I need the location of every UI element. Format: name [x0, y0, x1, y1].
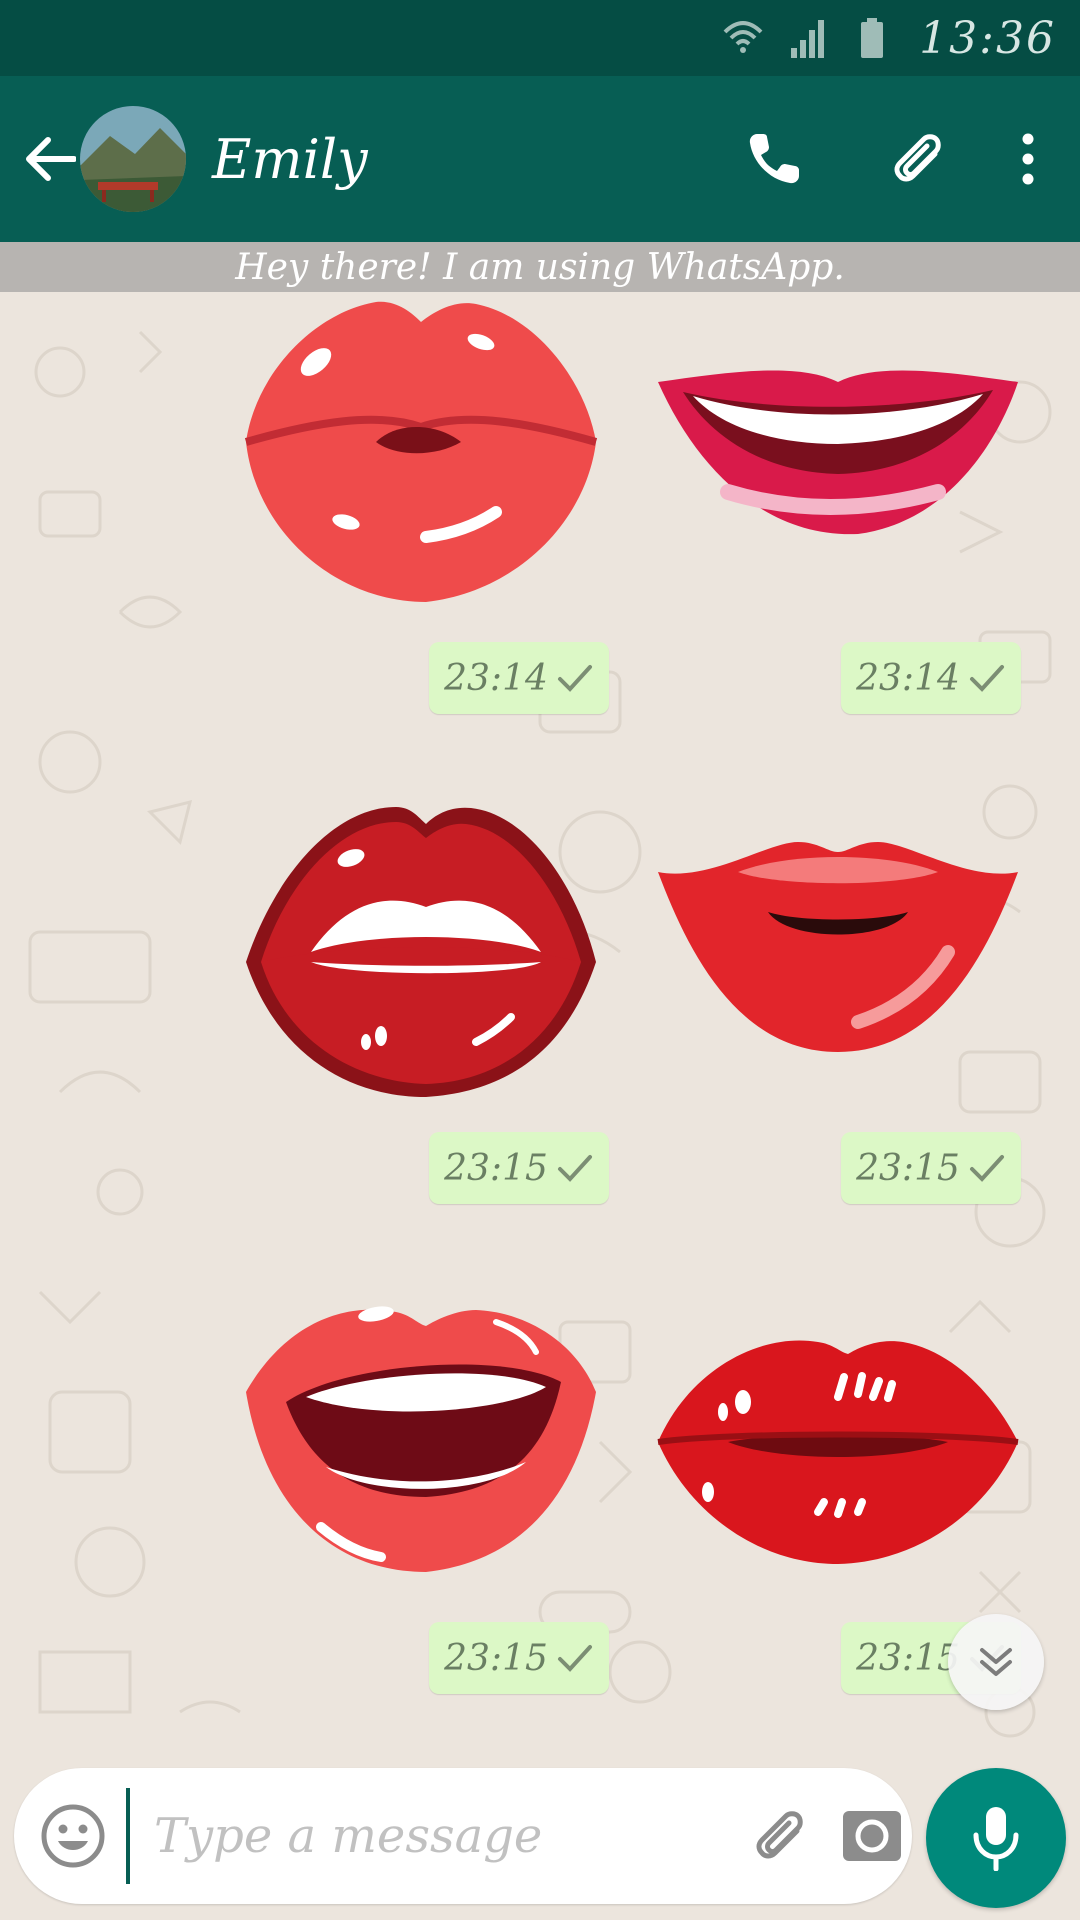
- back-arrow-icon: [26, 137, 76, 181]
- double-chevron-down-icon: [980, 1648, 1012, 1676]
- emoji-icon: [41, 1804, 105, 1868]
- check-icon: [557, 1645, 592, 1672]
- paperclip-icon: [894, 134, 941, 182]
- message-composer: [14, 1768, 912, 1904]
- battery-icon: [853, 16, 897, 60]
- sticker-open-smile-lips[interactable]: [226, 1282, 606, 1612]
- scroll-to-bottom-button[interactable]: [948, 1614, 1044, 1710]
- chat-area[interactable]: 23:14 23:14 23:15 23:15 23:15 23:15: [0, 292, 1080, 1760]
- message-time: 23:15: [429, 1622, 609, 1694]
- voice-message-button[interactable]: [926, 1768, 1066, 1908]
- more-options-button[interactable]: [998, 99, 1058, 219]
- phone-icon: [749, 134, 799, 184]
- status-bar: 13:36: [0, 0, 1080, 76]
- message-time: 23:15: [429, 1132, 609, 1204]
- app-bar: Emily: [0, 76, 1080, 242]
- clock: 13:36: [919, 12, 1056, 64]
- more-vert-icon: [1022, 133, 1034, 185]
- emoji-button[interactable]: [40, 1788, 106, 1884]
- signal-icon: [787, 16, 831, 60]
- microphone-icon: [973, 1807, 1019, 1871]
- message-time: 23:14: [429, 642, 609, 714]
- sticker-smiling-lips-teeth[interactable]: [648, 302, 1028, 632]
- sticker-red-lips-slightly-open[interactable]: [648, 812, 1028, 1142]
- check-icon: [557, 1155, 592, 1182]
- check-icon: [557, 665, 592, 692]
- call-button[interactable]: [724, 99, 824, 219]
- sticker-dark-red-open-lips[interactable]: [226, 792, 606, 1122]
- check-icon: [969, 665, 1004, 692]
- attach-button[interactable]: [749, 1788, 811, 1884]
- message-input[interactable]: [126, 1788, 749, 1884]
- contact-name[interactable]: Emily: [212, 128, 724, 191]
- sticker-glossy-pucker-lips[interactable]: [648, 1302, 1028, 1632]
- camera-button[interactable]: [841, 1788, 903, 1884]
- contact-status: Hey there! I am using WhatsApp.: [0, 242, 1080, 292]
- paperclip-icon: [756, 1811, 803, 1859]
- wifi-icon: [721, 16, 765, 60]
- camera-icon: [843, 1811, 901, 1861]
- attach-button[interactable]: [868, 99, 968, 219]
- message-time: 23:14: [841, 642, 1021, 714]
- check-icon: [969, 1155, 1004, 1182]
- message-time: 23:15: [841, 1132, 1021, 1204]
- sticker-pouty-pink-lips[interactable]: [226, 292, 606, 622]
- avatar[interactable]: [80, 106, 186, 212]
